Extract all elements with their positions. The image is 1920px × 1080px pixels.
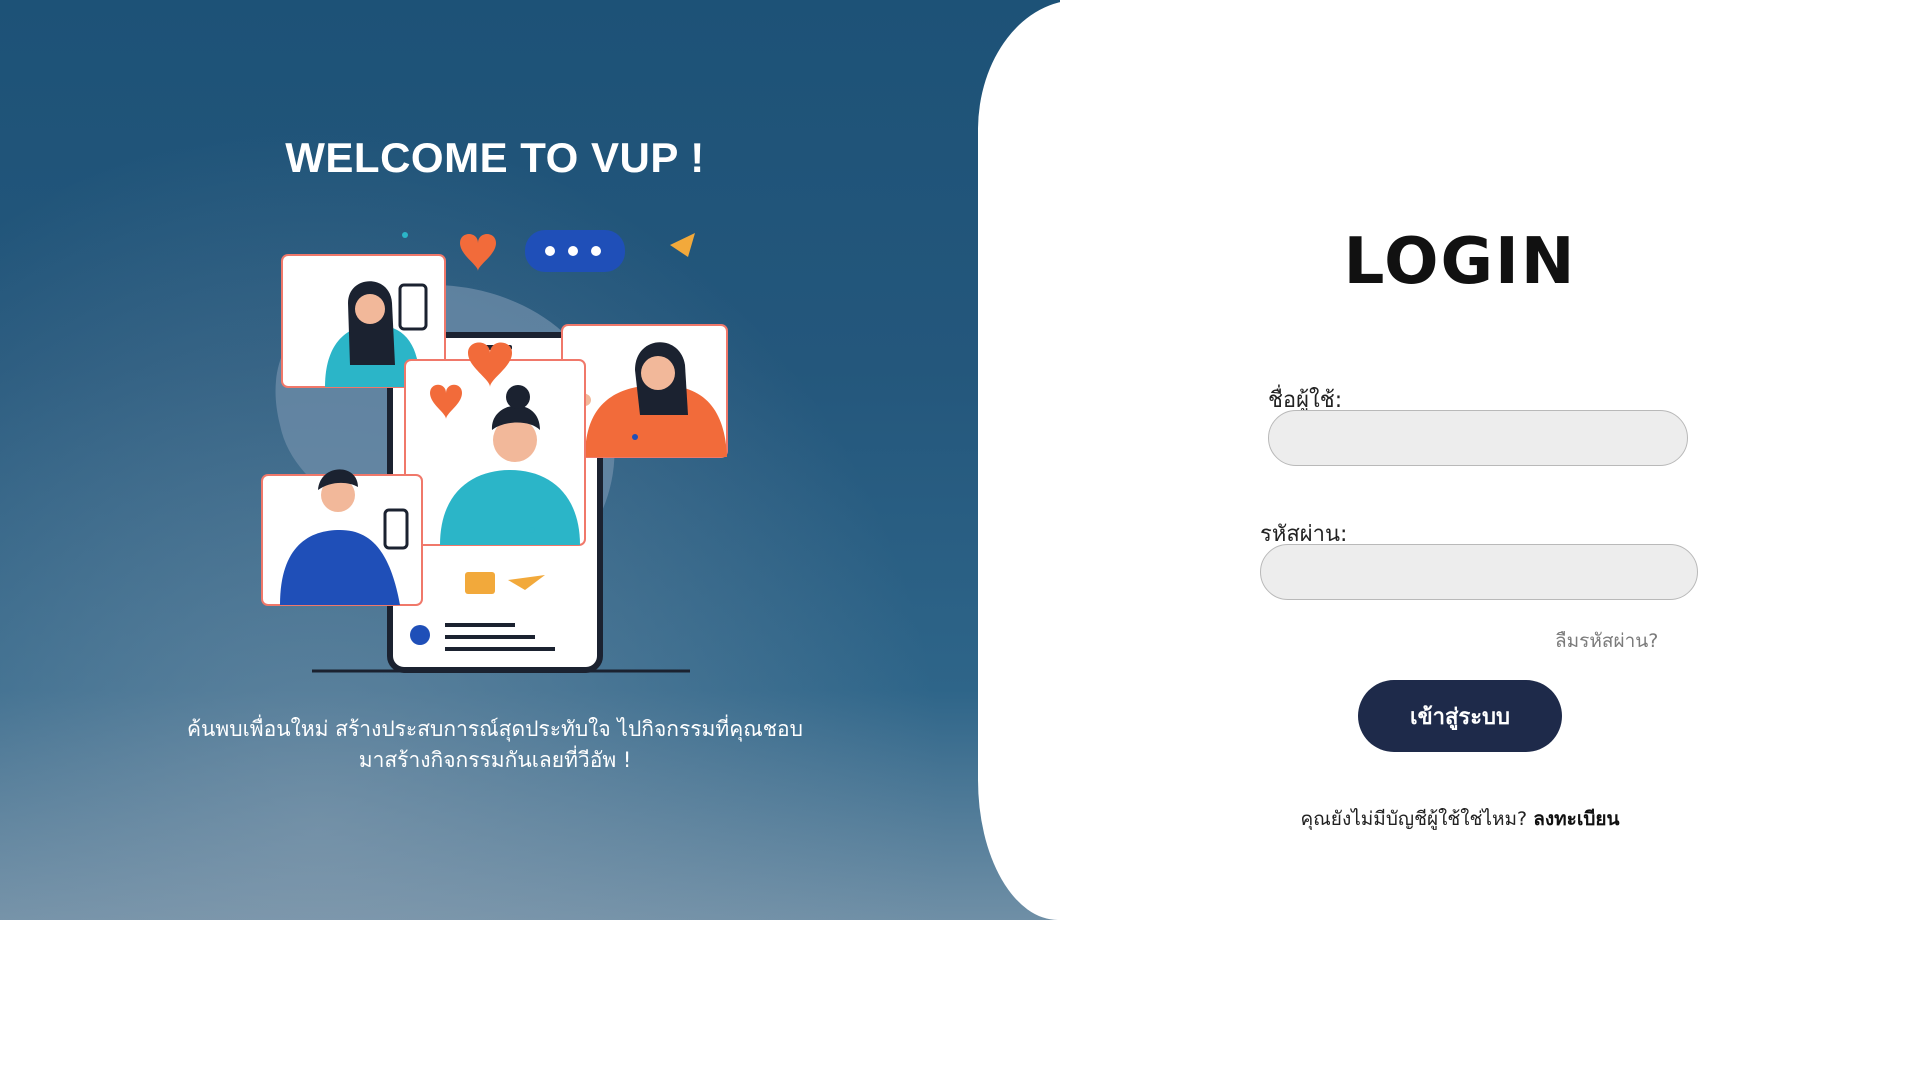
- social-illustration: [261, 230, 728, 673]
- signup-prompt: คุณยังไม่มีบัญชีผู้ใช้ใช่ไหม?: [1300, 808, 1528, 830]
- hero-title: WELCOME TO VUP !: [285, 134, 705, 181]
- signup-row: คุณยังไม่มีบัญชีผู้ใช้ใช่ไหม? ลงทะเบียน: [1230, 804, 1690, 834]
- login-title: LOGIN: [1343, 225, 1577, 299]
- signup-link[interactable]: ลงทะเบียน: [1533, 808, 1619, 830]
- paper-plane-icon: [670, 233, 695, 257]
- tagline-line-1: ค้นพบเพื่อนใหม่ สร้างประสบการณ์สุดประทับ…: [187, 717, 803, 741]
- hero-tagline: ค้นพบเพื่อนใหม่ สร้างประสบการณ์สุดประทับ…: [130, 714, 860, 776]
- welcome-hero: WELCOME TO VUP ! ค้นพบเพื่อนใหม่ สร้างปร…: [0, 0, 1060, 920]
- password-input[interactable]: [1260, 544, 1698, 600]
- tagline-line-2: มาสร้างกิจกรรมกันเลยที่วีอัพ !: [358, 748, 632, 772]
- chat-bubble-icon: [525, 230, 625, 272]
- login-button[interactable]: เข้าสู่ระบบ: [1358, 680, 1562, 752]
- username-input[interactable]: [1268, 410, 1688, 466]
- forgot-password-link[interactable]: ลืมรหัสผ่าน?: [1555, 626, 1658, 656]
